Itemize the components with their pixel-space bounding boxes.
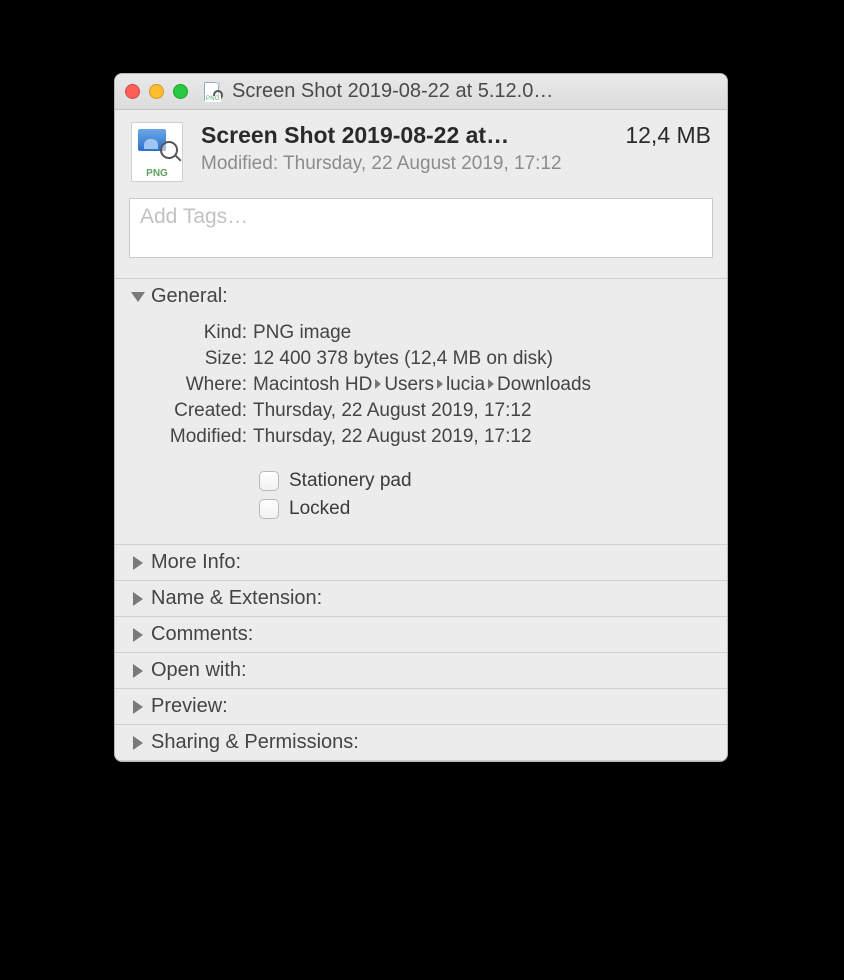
disclosure-triangle-icon — [133, 592, 143, 606]
file-modified-line: Modified: Thursday, 22 August 2019, 17:1… — [201, 153, 711, 175]
section-open-with: Open with: — [115, 652, 727, 688]
section-title: Open with: — [151, 659, 247, 682]
section-general: General: Kind: PNG image Size: 12 400 37… — [115, 278, 727, 544]
path-segment: lucia — [446, 374, 485, 395]
stationery-pad-label: Stationery pad — [289, 470, 412, 492]
modified-label-general: Modified: — [125, 426, 253, 448]
tags-input[interactable] — [129, 198, 713, 258]
disclosure-triangle-icon — [133, 628, 143, 642]
section-title: More Info: — [151, 551, 241, 574]
section-title: Preview: — [151, 695, 228, 718]
section-header-preview[interactable]: Preview: — [115, 689, 727, 724]
file-name: Screen Shot 2019-08-22 at… — [201, 122, 611, 149]
section-header-name-extension[interactable]: Name & Extension: — [115, 581, 727, 616]
disclosure-triangle-icon — [133, 556, 143, 570]
size-value: 12 400 378 bytes (12,4 MB on disk) — [253, 348, 553, 370]
file-summary-text: Screen Shot 2019-08-22 at… 12,4 MB Modif… — [201, 122, 711, 175]
created-value: Thursday, 22 August 2019, 17:12 — [253, 400, 532, 422]
locked-label: Locked — [289, 498, 350, 520]
path-segment: Users — [384, 374, 434, 395]
where-value: Macintosh HD Users lucia Downloads — [253, 374, 591, 396]
minimize-button[interactable] — [149, 84, 164, 99]
size-label: Size: — [125, 348, 253, 370]
tags-field-container — [115, 198, 727, 278]
path-separator-icon — [437, 379, 443, 389]
section-title: Name & Extension: — [151, 587, 322, 610]
window-title: Screen Shot 2019-08-22 at 5.12.0… — [232, 80, 717, 103]
section-header-more-info[interactable]: More Info: — [115, 545, 727, 580]
section-name-extension: Name & Extension: — [115, 580, 727, 616]
section-header-open-with[interactable]: Open with: — [115, 653, 727, 688]
modified-label: Modified: — [201, 153, 278, 174]
kind-label: Kind: — [125, 322, 253, 344]
disclosure-triangle-icon — [133, 736, 143, 750]
path-separator-icon — [375, 379, 381, 389]
section-header-comments[interactable]: Comments: — [115, 617, 727, 652]
section-header-general[interactable]: General: — [115, 279, 727, 314]
close-button[interactable] — [125, 84, 140, 99]
file-summary: PNG Screen Shot 2019-08-22 at… 12,4 MB M… — [115, 110, 727, 198]
section-title: Sharing & Permissions: — [151, 731, 359, 754]
titlebar: PNG Screen Shot 2019-08-22 at 5.12.0… — [115, 74, 727, 110]
section-title: Comments: — [151, 623, 253, 646]
path-separator-icon — [488, 379, 494, 389]
path-segment: Downloads — [497, 374, 591, 395]
zoom-button[interactable] — [173, 84, 188, 99]
modified-value: Thursday, 22 August 2019, 17:12 — [283, 153, 562, 174]
stationery-pad-checkbox[interactable] — [259, 471, 279, 491]
file-icon: PNG — [131, 122, 183, 182]
disclosure-triangle-icon — [133, 664, 143, 678]
section-body-general: Kind: PNG image Size: 12 400 378 bytes (… — [115, 314, 727, 544]
file-size: 12,4 MB — [625, 122, 711, 149]
file-icon-badge: PNG — [132, 168, 182, 179]
section-sharing-permissions: Sharing & Permissions: — [115, 724, 727, 761]
locked-checkbox[interactable] — [259, 499, 279, 519]
section-header-sharing-permissions[interactable]: Sharing & Permissions: — [115, 725, 727, 761]
section-more-info: More Info: — [115, 544, 727, 580]
section-title: General: — [151, 285, 228, 308]
disclosure-triangle-icon — [131, 292, 145, 302]
get-info-window: PNG Screen Shot 2019-08-22 at 5.12.0… PN… — [114, 73, 728, 762]
where-label: Where: — [125, 374, 253, 396]
path-segment: Macintosh HD — [253, 374, 372, 395]
window-controls — [125, 84, 188, 99]
title-proxy-icon: PNG — [203, 82, 223, 102]
disclosure-triangle-icon — [133, 700, 143, 714]
section-preview: Preview: — [115, 688, 727, 724]
section-comments: Comments: — [115, 616, 727, 652]
modified-value-general: Thursday, 22 August 2019, 17:12 — [253, 426, 532, 448]
kind-value: PNG image — [253, 322, 351, 344]
created-label: Created: — [125, 400, 253, 422]
